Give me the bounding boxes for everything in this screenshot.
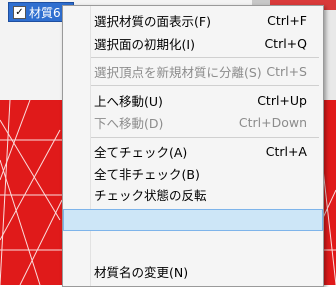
menu-separator <box>91 85 319 86</box>
menu-separator <box>91 137 319 138</box>
menu-separator <box>91 57 319 58</box>
menu-item-label: 選択頂点を新規材質に分離(S) <box>94 64 262 80</box>
menu-item-split-vertices[interactable]: 選択頂点を新規材質に分離(S) Ctrl+S <box>63 60 323 82</box>
menu-item-label: 選択材質の面表示(F) <box>94 13 211 29</box>
menu-item-shortcut: Ctrl+Up <box>257 92 307 108</box>
menu-item-label: 材質名の変更(N) <box>94 264 189 280</box>
menu-item-hovered[interactable] <box>63 209 323 231</box>
menu-item-rename-material[interactable]: 材質名の変更(N) <box>63 260 323 282</box>
menu-item-label: 選択面の初期化(I) <box>94 36 195 52</box>
menu-item-shortcut: Ctrl+A <box>265 143 307 159</box>
menu-item-label: 上へ移動(U) <box>94 93 163 109</box>
menu-item-shortcut: Ctrl+Q <box>264 35 307 51</box>
menu-item-check-all[interactable]: 全てチェック(A) Ctrl+A <box>63 140 323 162</box>
menu-item-uncheck-all[interactable]: 全て非チェック(B) <box>63 162 323 184</box>
menu-item-invert-check[interactable]: チェック状態の反転 <box>63 183 323 205</box>
context-menu: 選択材質の面表示(F) Ctrl+F 選択面の初期化(I) Ctrl+Q 選択頂… <box>62 5 324 287</box>
menu-item-reset-faces[interactable]: 選択面の初期化(I) Ctrl+Q <box>63 32 323 54</box>
menu-item-shortcut: Ctrl+Down <box>238 114 307 130</box>
material-checkbox[interactable]: ✓ <box>13 5 26 19</box>
menu-item-move-down[interactable]: 下へ移動(D) Ctrl+Down <box>63 111 323 133</box>
menu-item-label: チェック状態の反転 <box>94 187 207 203</box>
menu-item-show-material-faces[interactable]: 選択材質の面表示(F) Ctrl+F <box>63 9 323 31</box>
menu-item-label: 下へ移動(D) <box>94 115 164 131</box>
menu-item-shortcut: Ctrl+F <box>267 12 307 28</box>
menu-item-move-up[interactable]: 上へ移動(U) Ctrl+Up <box>63 89 323 111</box>
menu-item-shortcut: Ctrl+S <box>266 63 307 79</box>
menu-item-label: 全て非チェック(B) <box>94 166 200 182</box>
menu-item-label: 全てチェック(A) <box>94 144 188 160</box>
material-label: 材質6 <box>29 5 61 20</box>
